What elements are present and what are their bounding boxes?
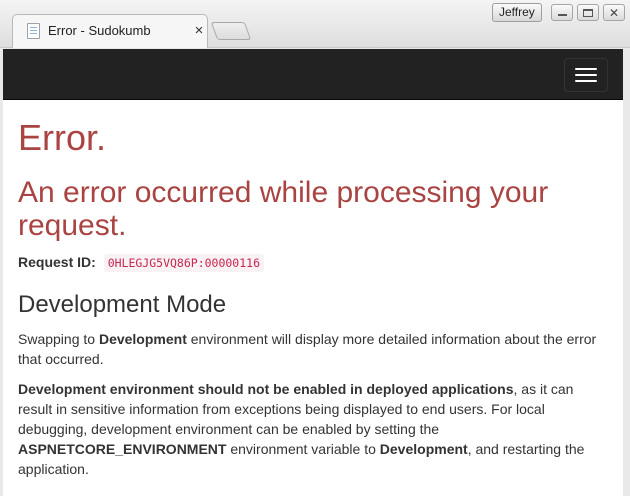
minimize-icon (557, 14, 567, 16)
maximize-icon (583, 8, 593, 17)
text: Swapping to (18, 331, 99, 347)
tab-close-icon[interactable]: × (191, 22, 207, 39)
close-icon: ✕ (608, 5, 620, 20)
maximize-button[interactable] (577, 4, 599, 21)
request-id-value: 0HLEGJG5VQ86P:00000116 (103, 254, 265, 272)
browser-titlebar: Error - Sudokumb × Jeffrey ✕ (0, 0, 630, 48)
hamburger-icon-bar (575, 80, 597, 82)
menu-toggle-button[interactable] (564, 58, 608, 92)
text-bold: Development (98, 331, 187, 347)
text: environment variable to (226, 441, 380, 457)
text-bold: Development (379, 441, 468, 457)
minimize-button[interactable] (551, 4, 573, 21)
new-tab-button[interactable] (210, 22, 252, 40)
page-title: Error. (18, 117, 107, 158)
request-id: Request ID: 0HLEGJG5VQ86P:00000116 (18, 252, 608, 273)
profile-button[interactable]: Jeffrey (492, 3, 542, 22)
request-id-label: Request ID: (18, 254, 96, 270)
text-bold: ASPNETCORE_ENVIRONMENT (18, 441, 227, 457)
hamburger-icon-bar (575, 74, 597, 76)
close-window-button[interactable]: ✕ (603, 4, 625, 21)
browser-tab-content: Error - Sudokumb × (27, 22, 207, 39)
site-navbar (3, 49, 623, 100)
browser-viewport: Error. An error occurred while processin… (3, 49, 623, 496)
hamburger-icon-bar (575, 68, 597, 70)
dev-mode-paragraph-2: Development environment should not be en… (18, 379, 608, 479)
page-icon (27, 22, 40, 39)
error-subtitle: An error occurred while processing your … (18, 176, 549, 242)
main-content: Error. An error occurred while processin… (3, 100, 623, 479)
dev-mode-heading: Development Mode (18, 291, 227, 318)
dev-mode-paragraph-1: Swapping to Development environment will… (18, 329, 608, 369)
text-bold: Development environment should not be en… (18, 381, 514, 397)
tab-title: Error - Sudokumb (48, 23, 151, 38)
